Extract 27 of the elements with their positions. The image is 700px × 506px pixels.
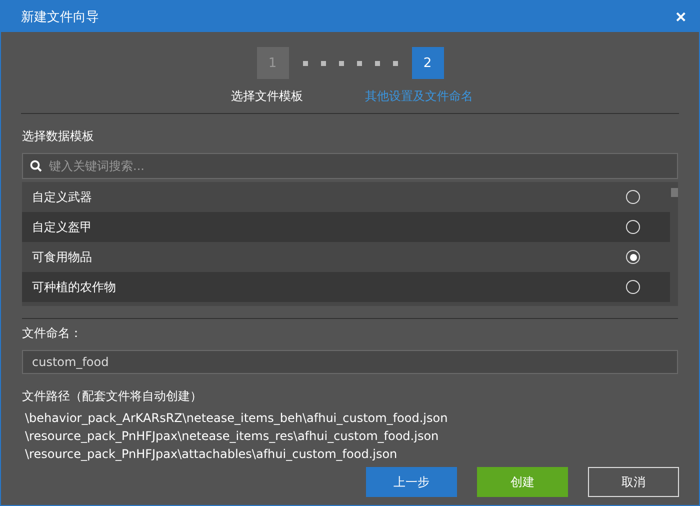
step-number: 2: [412, 47, 444, 79]
search-icon: [30, 160, 42, 172]
scrollbar-thumb[interactable]: [670, 188, 678, 197]
file-path: \behavior_pack_ArKARsRZ\netease_items_beh\afhui_custom_food.json: [25, 410, 449, 427]
template-name: 自定义武器: [32, 188, 92, 206]
dialog-button[interactable]: 上一步: [366, 467, 457, 497]
dialog-button[interactable]: 取消: [588, 467, 679, 497]
section-label: 选择数据模板: [22, 128, 95, 145]
template-name: 可种植的农作物: [32, 278, 116, 296]
template-row[interactable]: 可种植的农作物: [22, 272, 670, 302]
template-name: 可食用物品: [32, 248, 92, 266]
file-path: \resource_pack_PnHFJpax\netease_items_res\afhui_custom_food.json: [25, 428, 440, 445]
file-name-field[interactable]: custom_food: [22, 350, 678, 374]
radio-button[interactable]: [626, 220, 640, 234]
window-title: 新建文件向导: [21, 8, 99, 26]
close-button[interactable]: ✕: [675, 8, 687, 24]
radio-button[interactable]: [626, 250, 640, 264]
step-label: 其他设置及文件命名: [365, 88, 473, 105]
template-row[interactable]: 自定义盔甲: [22, 212, 670, 242]
field-label: 文件命名：: [22, 325, 83, 342]
radio-button[interactable]: [626, 190, 640, 204]
path-label: 文件路径（配套文件将自动创建）: [22, 388, 203, 405]
file-path: \resource_pack_PnHFJpax\attachables\afhui_custom_food.json: [25, 446, 398, 463]
template-name: 自定义盔甲: [32, 218, 92, 236]
step-label: 选择文件模板: [231, 88, 303, 105]
search-field[interactable]: 键入关键词搜索...: [22, 153, 678, 179]
radio-button[interactable]: [626, 280, 640, 294]
